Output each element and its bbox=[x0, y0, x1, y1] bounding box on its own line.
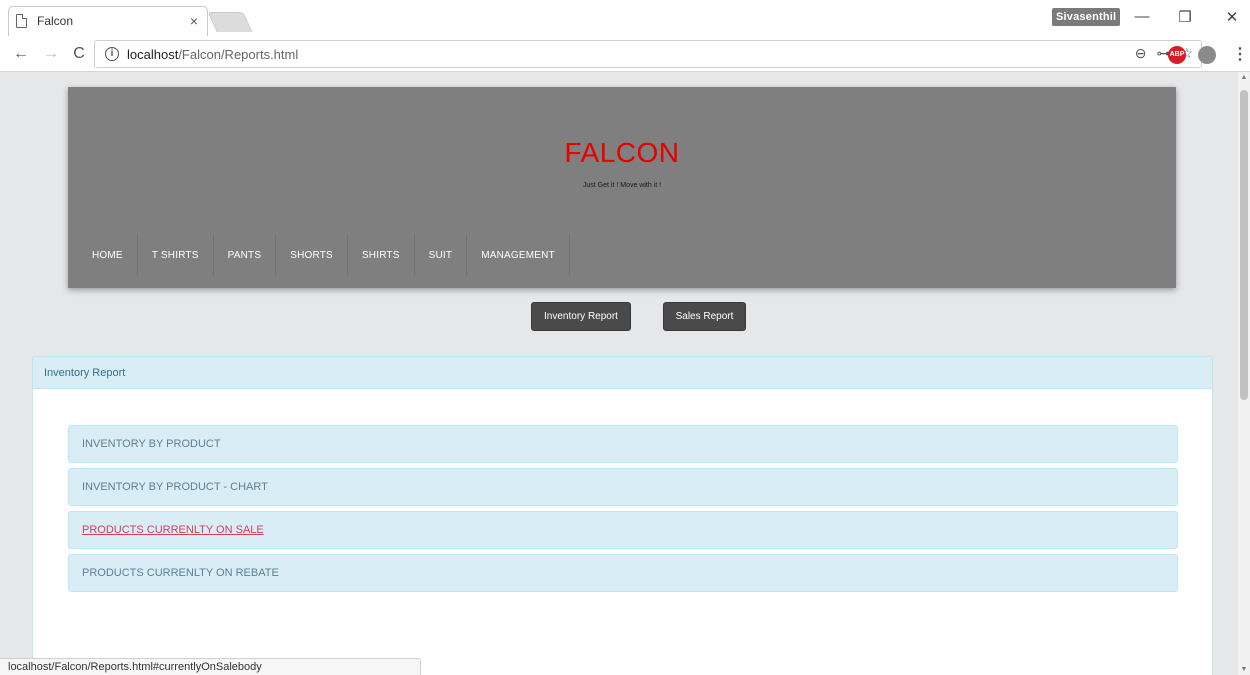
inventory-report-button[interactable]: Inventory Report bbox=[531, 302, 631, 331]
scroll-thumb[interactable] bbox=[1240, 90, 1248, 400]
address-bar[interactable]: i localhost/Falcon/Reports.html ⊖ ⊶ ☆ bbox=[94, 40, 1202, 68]
scroll-down-icon[interactable]: ▼ bbox=[1240, 666, 1248, 673]
restore-icon[interactable]: ❐ bbox=[1175, 8, 1195, 26]
main-nav: HOME T SHIRTS PANTS SHORTS SHIRTS SUIT M… bbox=[78, 234, 570, 276]
sales-report-button[interactable]: Sales Report bbox=[663, 302, 746, 331]
zoom-icon[interactable]: ⊖ bbox=[1135, 45, 1147, 62]
report-list: INVENTORY BY PRODUCT INVENTORY BY PRODUC… bbox=[68, 425, 1178, 597]
nav-pants[interactable]: PANTS bbox=[214, 234, 277, 276]
reload-icon[interactable]: C bbox=[70, 44, 88, 64]
url-text[interactable]: localhost/Falcon/Reports.html bbox=[127, 47, 298, 62]
site-header: FALCON Just Get it ! Move with it ! HOME… bbox=[68, 87, 1176, 288]
nav-suit[interactable]: SUIT bbox=[415, 234, 468, 276]
tagline: Just Get it ! Move with it ! bbox=[582, 182, 662, 189]
inventory-report-panel: Inventory Report INVENTORY BY PRODUCT IN… bbox=[32, 356, 1213, 675]
url-host: localhost bbox=[127, 46, 179, 62]
report-inventory-by-product[interactable]: INVENTORY BY PRODUCT bbox=[68, 425, 1178, 463]
tab-close-icon[interactable]: × bbox=[190, 13, 198, 29]
close-window-icon[interactable]: ✕ bbox=[1222, 8, 1242, 26]
forward-icon[interactable]: → bbox=[42, 44, 60, 64]
status-bubble: localhost/Falcon/Reports.html#currentlyO… bbox=[0, 658, 421, 675]
info-icon[interactable]: i bbox=[105, 47, 119, 61]
report-products-on-sale[interactable]: PRODUCTS CURRENLTY ON SALE bbox=[68, 511, 1178, 549]
menu-icon[interactable]: ⋮ bbox=[1232, 44, 1248, 64]
new-tab-button[interactable] bbox=[207, 12, 253, 32]
adblock-icon[interactable]: ABP bbox=[1168, 46, 1186, 64]
report-products-on-rebate[interactable]: PRODUCTS CURRENLTY ON REBATE bbox=[68, 554, 1178, 592]
tab-title: Falcon bbox=[37, 14, 74, 28]
page-scrollbar[interactable]: ▲ ▼ bbox=[1238, 72, 1250, 675]
brand-title: FALCON bbox=[564, 137, 680, 168]
back-icon[interactable]: ← bbox=[12, 44, 30, 64]
profile-button[interactable]: Sivasenthil bbox=[1052, 8, 1121, 26]
browser-tab-content[interactable]: Falcon × bbox=[16, 6, 206, 36]
tab-strip: Falcon × Sivasenthil — ❐ ✕ bbox=[0, 0, 1250, 36]
scroll-up-icon[interactable]: ▲ bbox=[1240, 74, 1248, 81]
nav-home[interactable]: HOME bbox=[78, 234, 138, 276]
nav-t-shirts[interactable]: T SHIRTS bbox=[138, 234, 214, 276]
nav-shorts[interactable]: SHORTS bbox=[276, 234, 348, 276]
extension-icon[interactable] bbox=[1198, 46, 1216, 64]
page-icon bbox=[16, 14, 27, 28]
nav-shirts[interactable]: SHIRTS bbox=[348, 234, 415, 276]
page-viewport: FALCON Just Get it ! Move with it ! HOME… bbox=[0, 72, 1238, 675]
browser-toolbar: ← → C i localhost/Falcon/Reports.html ⊖ … bbox=[0, 36, 1250, 72]
minimize-icon[interactable]: — bbox=[1132, 8, 1152, 25]
url-path: /Falcon/Reports.html bbox=[178, 46, 299, 62]
report-inventory-chart[interactable]: INVENTORY BY PRODUCT - CHART bbox=[68, 468, 1178, 506]
nav-management[interactable]: MANAGEMENT bbox=[467, 234, 570, 276]
panel-heading: Inventory Report bbox=[33, 357, 1212, 389]
